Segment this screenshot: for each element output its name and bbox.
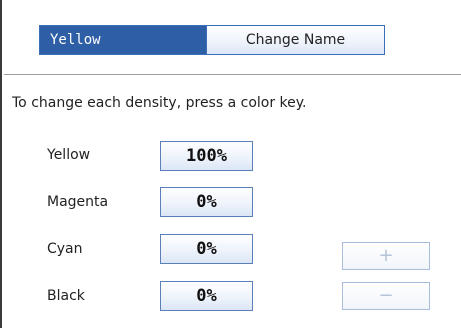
decrease-button[interactable]: − (342, 282, 430, 310)
divider (4, 74, 461, 75)
magenta-density-key[interactable]: 0% (160, 187, 253, 217)
yellow-label: Yellow (47, 147, 91, 163)
current-color-name: Yellow (40, 26, 206, 54)
magenta-label: Magenta (47, 194, 109, 210)
increase-button[interactable]: + (342, 242, 430, 270)
instruction-text: To change each density, press a color ke… (12, 95, 307, 111)
yellow-density-key[interactable]: 100% (160, 141, 253, 171)
change-name-button[interactable]: Change Name (206, 26, 384, 54)
cyan-density-key[interactable]: 0% (160, 234, 253, 264)
black-label: Black (47, 288, 85, 304)
cyan-label: Cyan (47, 241, 83, 257)
name-bar: Yellow Change Name (39, 25, 385, 55)
density-panel: Yellow Change Name To change each densit… (0, 0, 461, 328)
black-density-key[interactable]: 0% (160, 281, 253, 311)
